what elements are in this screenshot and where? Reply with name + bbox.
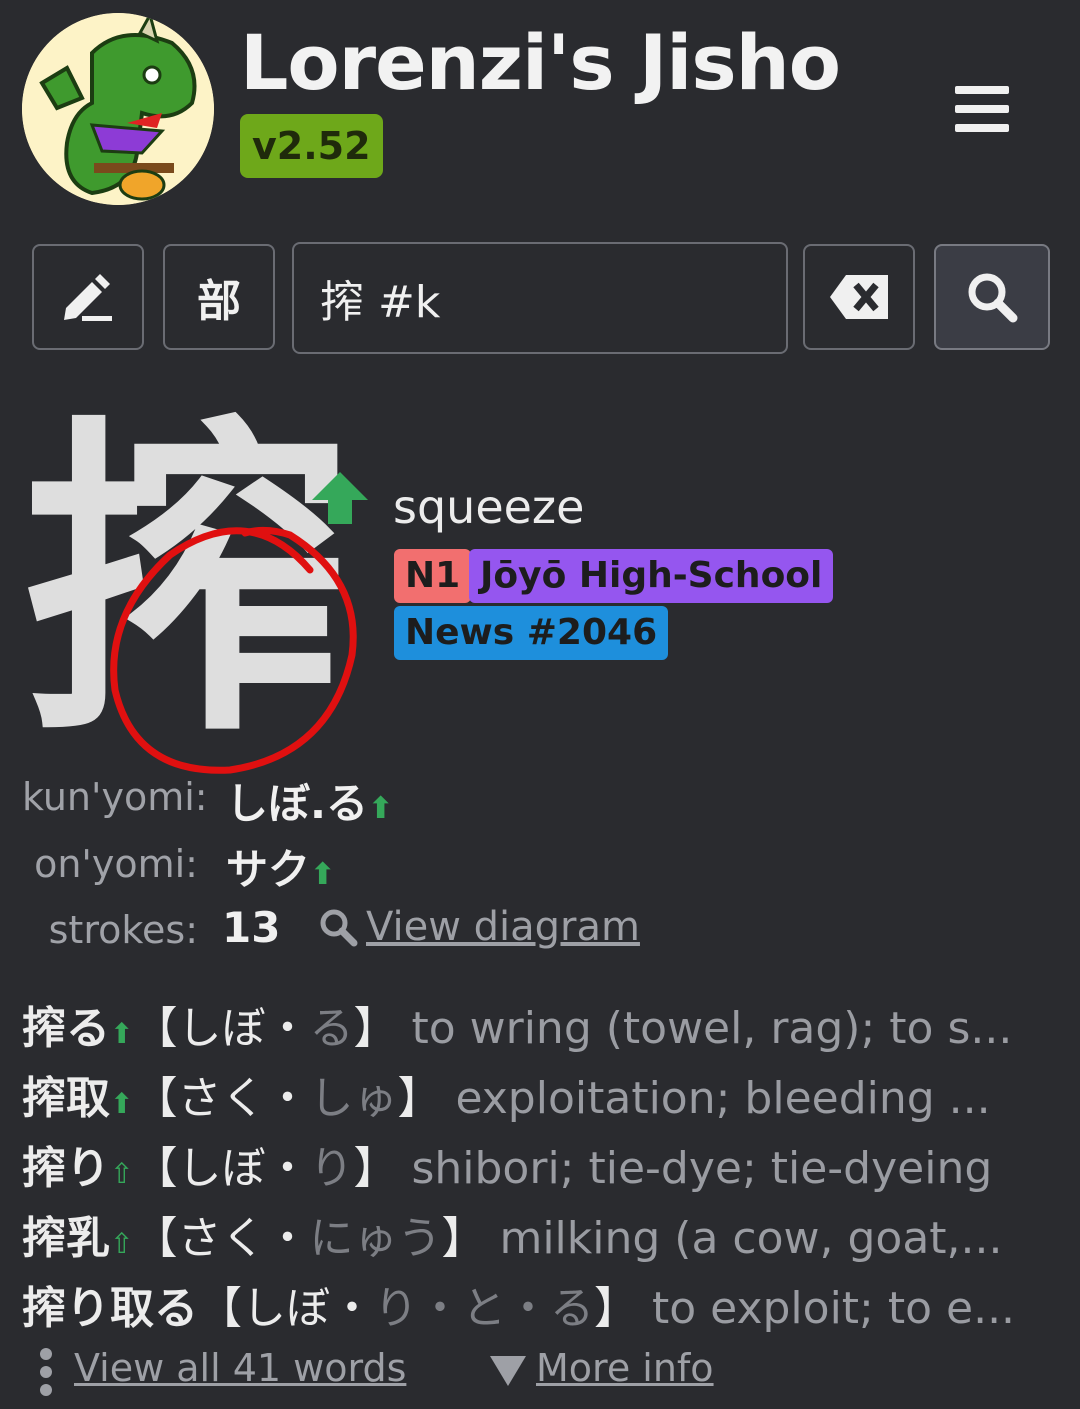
vocab-word: 搾取 (22, 1073, 110, 1124)
separator: ・ (265, 1213, 310, 1264)
bracket: 【 (133, 1003, 178, 1054)
frequency-up-arrow-icon: ⬆ (310, 857, 336, 892)
vocab-definition: to exploit; to e... (652, 1283, 1016, 1334)
vertical-dots-icon (40, 1348, 54, 1396)
strokes-value: 13 (222, 903, 281, 952)
kunyomi-label: kun'yomi: (22, 775, 208, 819)
vocab-word: 搾り取る (22, 1283, 198, 1334)
onyomi-text: サク (226, 845, 311, 894)
version-badge: v2.52 (240, 114, 383, 178)
vocab-okurigana: り (309, 1143, 354, 1194)
vocab-reading: しぼ (177, 1003, 266, 1054)
view-all-words-link[interactable]: View all 41 words (74, 1346, 406, 1390)
separator: ・ (265, 1073, 310, 1124)
bracket: 【 (198, 1283, 242, 1334)
vocab-okurigana: しゅ (309, 1073, 398, 1124)
strokes-label: strokes: (48, 908, 198, 952)
backspace-clear-icon (830, 275, 888, 319)
vocab-row[interactable]: 搾り取る【しぼ・り・と・る】 to exploit; to e... (22, 1272, 1062, 1336)
bracket: 】 (441, 1213, 486, 1264)
frequency-up-arrow-icon: ⬆ (110, 1087, 134, 1120)
radical-button-label: 部 (197, 276, 241, 327)
vocab-word: 搾り (22, 1143, 110, 1194)
handwriting-pencil-icon (64, 274, 112, 321)
frequency-up-arrow-icon: ⬆ (367, 791, 394, 826)
app-logo-avatar (22, 13, 214, 205)
separator: ・ (330, 1283, 374, 1334)
search-button[interactable] (934, 244, 1050, 350)
bracket: 】 (594, 1283, 638, 1334)
kunyomi-value[interactable]: しぼ.る⬆ (226, 770, 393, 831)
news-frequency-tag[interactable]: News #2046 (394, 606, 669, 660)
bracket: 】 (353, 1143, 398, 1194)
vocab-definition: to wring (towel, rag); to s... (411, 1003, 1013, 1054)
bracket: 【 (133, 1143, 178, 1194)
joyo-grade-tag[interactable]: Jōyō High-School (469, 549, 834, 603)
vocab-reading: しぼ (242, 1283, 330, 1334)
bracket: 【 (133, 1213, 178, 1264)
kanji-meaning: squeeze (393, 480, 585, 534)
frequency-up-arrow-icon: ⬆ (110, 1017, 134, 1050)
onyomi-label: on'yomi: (34, 842, 198, 886)
vocab-row[interactable]: 搾取⬆【さく・しゅ】 exploitation; bleeding ... (22, 1062, 1062, 1126)
clear-search-button[interactable] (803, 244, 915, 350)
vocab-definition: exploitation; bleeding ... (455, 1073, 991, 1124)
vocab-okurigana: り・と・る (374, 1283, 594, 1334)
separator: ・ (265, 1003, 310, 1054)
frequency-outline-arrow-icon: ⇧ (110, 1157, 134, 1190)
jlpt-level-tag[interactable]: N1 (394, 549, 472, 603)
vocab-row[interactable]: 搾り⇧【しぼ・り】 shibori; tie-dye; tie-dyeing (22, 1132, 1062, 1196)
kunyomi-text: しぼ.る (226, 779, 368, 828)
vocab-word: 搾乳 (22, 1213, 110, 1264)
hamburger-menu-icon[interactable] (955, 86, 1009, 132)
draw-kanji-button[interactable] (32, 244, 144, 350)
vocab-reading: さく (177, 1073, 266, 1124)
vocab-row[interactable]: 搾乳⇧【さく・にゅう】 milking (a cow, goat,... (22, 1202, 1062, 1266)
vocab-okurigana: にゅう (309, 1213, 442, 1264)
vocab-reading: しぼ (177, 1143, 266, 1194)
vocab-definition: shibori; tie-dye; tie-dyeing (411, 1143, 993, 1194)
view-diagram-label: View diagram (366, 904, 640, 950)
vocab-row[interactable]: 搾る⬆【しぼ・る】 to wring (towel, rag); to s... (22, 992, 1062, 1056)
triangle-down-icon (490, 1356, 526, 1386)
frequency-outline-arrow-icon: ⇧ (110, 1227, 134, 1260)
bracket: 】 (397, 1073, 442, 1124)
bracket: 】 (353, 1003, 398, 1054)
app-title: Lorenzi's Jisho (240, 18, 841, 107)
vocab-okurigana: る (309, 1003, 354, 1054)
view-diagram-link[interactable]: View diagram (318, 904, 640, 950)
magnifier-icon (320, 909, 358, 947)
bracket: 【 (133, 1073, 178, 1124)
more-info-link[interactable]: More info (536, 1346, 714, 1390)
separator: ・ (265, 1143, 310, 1194)
vocab-definition: milking (a cow, goat,... (499, 1213, 1003, 1264)
vocab-word: 搾る (22, 1003, 110, 1054)
search-input[interactable] (292, 242, 788, 354)
dinosaur-mascot-icon (22, 13, 214, 205)
onyomi-value[interactable]: サク⬆ (226, 836, 335, 897)
magnifier-icon (968, 273, 1018, 323)
red-circle-annotation (110, 526, 357, 774)
vocab-reading: さく (177, 1213, 266, 1264)
radical-search-button[interactable]: 部 (163, 244, 275, 350)
frequency-up-arrow-icon (312, 472, 368, 524)
